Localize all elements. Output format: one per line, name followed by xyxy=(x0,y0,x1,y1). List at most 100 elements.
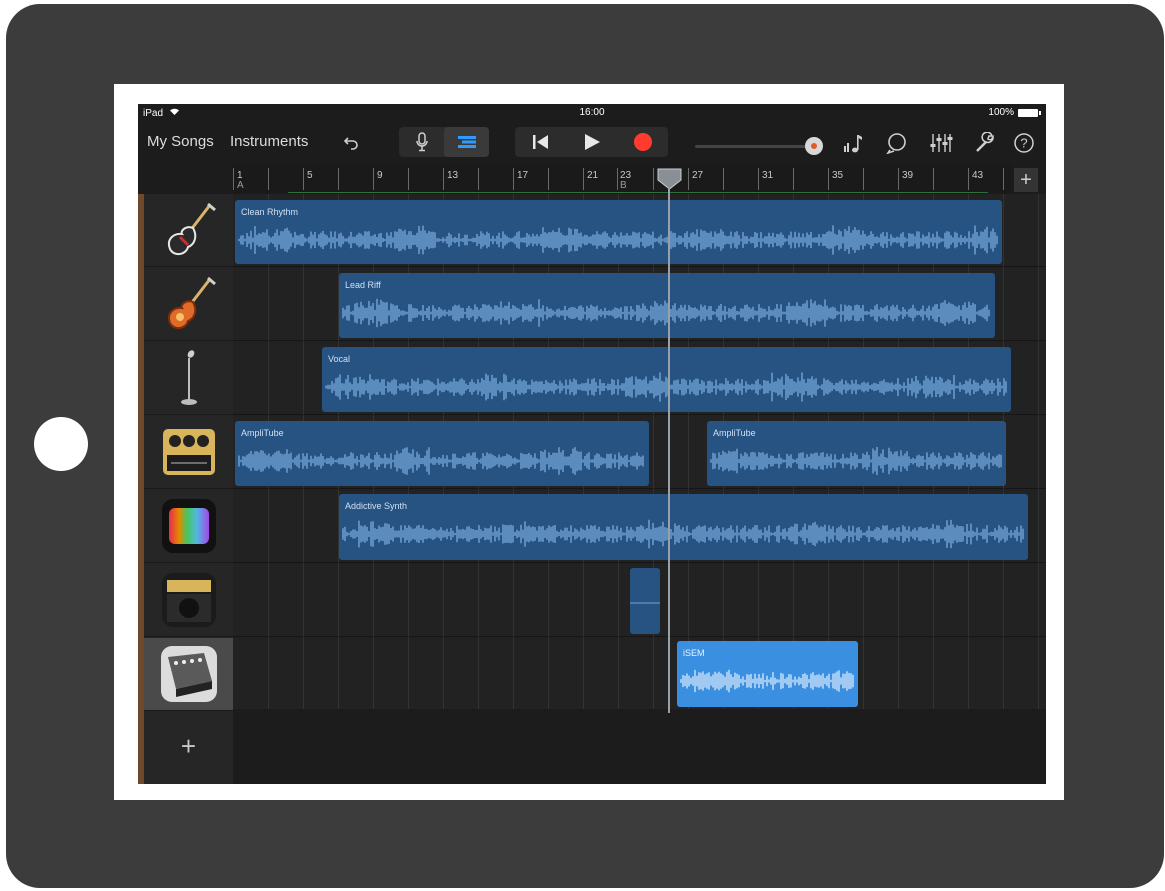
lane-bar-line xyxy=(338,564,339,637)
waveform xyxy=(710,447,1002,475)
ruler-tick xyxy=(653,168,654,190)
lane-bar-line xyxy=(898,638,899,711)
tracks-view-icon[interactable] xyxy=(444,127,489,157)
waveform xyxy=(342,298,990,328)
lane-bar-line xyxy=(723,564,724,637)
ruler-tick xyxy=(968,168,969,190)
lane-bar-line xyxy=(478,564,479,637)
track-lane-7 xyxy=(233,638,1046,711)
waveform-path xyxy=(342,298,990,328)
lane-bar-line xyxy=(1003,638,1004,711)
ruler-tick xyxy=(898,168,899,190)
lane-bar-line xyxy=(1038,194,1039,267)
play-icon[interactable] xyxy=(566,127,617,157)
lane-bar-line xyxy=(1038,564,1039,637)
ruler-section-a: A xyxy=(237,180,244,191)
ruler-tick xyxy=(443,168,444,190)
lane-bar-line xyxy=(688,416,689,489)
region-lead-riff[interactable]: Lead Riff xyxy=(339,273,995,338)
instruments-button[interactable]: Instruments xyxy=(230,133,308,150)
track-header-4[interactable] xyxy=(144,416,233,489)
track-headers xyxy=(144,194,233,784)
metronome-icon[interactable] xyxy=(840,130,866,156)
waveform-path xyxy=(325,372,1007,402)
master-volume-knob[interactable] xyxy=(805,137,823,155)
microphone-icon[interactable] xyxy=(399,127,444,157)
add-track-button[interactable]: + xyxy=(144,709,233,784)
playhead-handle[interactable] xyxy=(657,168,682,190)
sunburst-guitar-icon xyxy=(167,276,216,329)
waveform-path xyxy=(710,447,1002,475)
waveform-path xyxy=(680,669,854,693)
region-name: AmpliTube xyxy=(713,428,756,438)
timeline-ruler[interactable]: 1 A 5 9 13 17 21 23 B 27 31 35 39 43 xyxy=(233,165,1013,194)
my-songs-button[interactable]: My Songs xyxy=(147,133,214,150)
lane-bar-line xyxy=(1003,194,1004,267)
go-to-start-icon[interactable] xyxy=(515,127,566,157)
lane-bar-line xyxy=(548,564,549,637)
ruler-section-b: B xyxy=(620,180,627,191)
lane-bar-line xyxy=(1038,268,1039,341)
record-icon[interactable] xyxy=(617,127,668,157)
ruler-tick xyxy=(1003,168,1004,190)
track-header-3[interactable] xyxy=(144,342,233,415)
ruler-tick xyxy=(233,168,234,190)
loop-icon[interactable] xyxy=(884,130,910,156)
waveform xyxy=(238,225,998,255)
lane-bar-line xyxy=(268,638,269,711)
region-short-clip[interactable] xyxy=(630,568,660,634)
track-header-7[interactable] xyxy=(144,638,233,711)
lane-bar-line xyxy=(933,564,934,637)
lane-bar-line xyxy=(443,564,444,637)
home-button[interactable] xyxy=(34,417,88,471)
lane-bar-line xyxy=(303,638,304,711)
mixer-icon[interactable] xyxy=(928,130,954,156)
region-vocal[interactable]: Vocal xyxy=(322,347,1011,412)
add-section-button[interactable]: + xyxy=(1014,168,1038,192)
track-header-1[interactable] xyxy=(144,194,233,267)
region-amplitube-2[interactable]: AmpliTube xyxy=(707,421,1006,486)
ruler-tick xyxy=(478,168,479,190)
ruler-tick xyxy=(933,168,934,190)
settings-icon[interactable] xyxy=(972,130,998,156)
ruler-tick xyxy=(688,168,689,190)
lane-bar-line xyxy=(688,564,689,637)
track-header-2[interactable] xyxy=(144,268,233,341)
battery-percent: 100% xyxy=(988,107,1014,118)
ruler-bar-35: 35 xyxy=(832,170,844,181)
lane-bar-line xyxy=(583,564,584,637)
help-icon[interactable]: ? xyxy=(1011,130,1037,156)
lane-bar-line xyxy=(1038,638,1039,711)
lane-bar-line xyxy=(898,564,899,637)
lane-bar-line xyxy=(618,564,619,637)
track-header-5[interactable] xyxy=(144,490,233,563)
lane-bar-line xyxy=(408,564,409,637)
region-addictive-synth[interactable]: Addictive Synth xyxy=(339,494,1028,560)
lane-bar-line xyxy=(1003,268,1004,341)
lane-bar-line xyxy=(303,268,304,341)
lane-bar-line xyxy=(968,564,969,637)
region-name: Addictive Synth xyxy=(345,501,408,511)
region-amplitube-1[interactable]: AmpliTube xyxy=(235,421,649,486)
ruler-bar-21: 21 xyxy=(587,170,599,181)
undo-icon[interactable] xyxy=(339,130,365,156)
lane-bar-line xyxy=(268,342,269,415)
lane-bar-line xyxy=(513,564,514,637)
ruler-tick xyxy=(583,168,584,190)
transport-controls xyxy=(515,127,668,157)
ruler-bar-39: 39 xyxy=(902,170,914,181)
tracks-area[interactable]: Clean Rhythm Lead Riff Vocal AmpliTube A… xyxy=(233,194,1046,784)
region-name: AmpliTube xyxy=(241,428,284,438)
master-volume-slider[interactable] xyxy=(695,145,820,148)
waveform xyxy=(325,372,1007,402)
region-isem[interactable]: iSEM xyxy=(677,641,858,707)
region-clean-rhythm[interactable]: Clean Rhythm xyxy=(235,200,1002,264)
svg-text:?: ? xyxy=(1020,136,1027,151)
waveform xyxy=(342,519,1024,549)
track-header-6[interactable] xyxy=(144,564,233,637)
ruler-tick xyxy=(617,168,618,190)
microphone-stand-icon xyxy=(180,350,197,405)
empty-track-area xyxy=(233,709,1046,784)
ruler-tick xyxy=(303,168,304,190)
waveform-path xyxy=(238,447,644,475)
